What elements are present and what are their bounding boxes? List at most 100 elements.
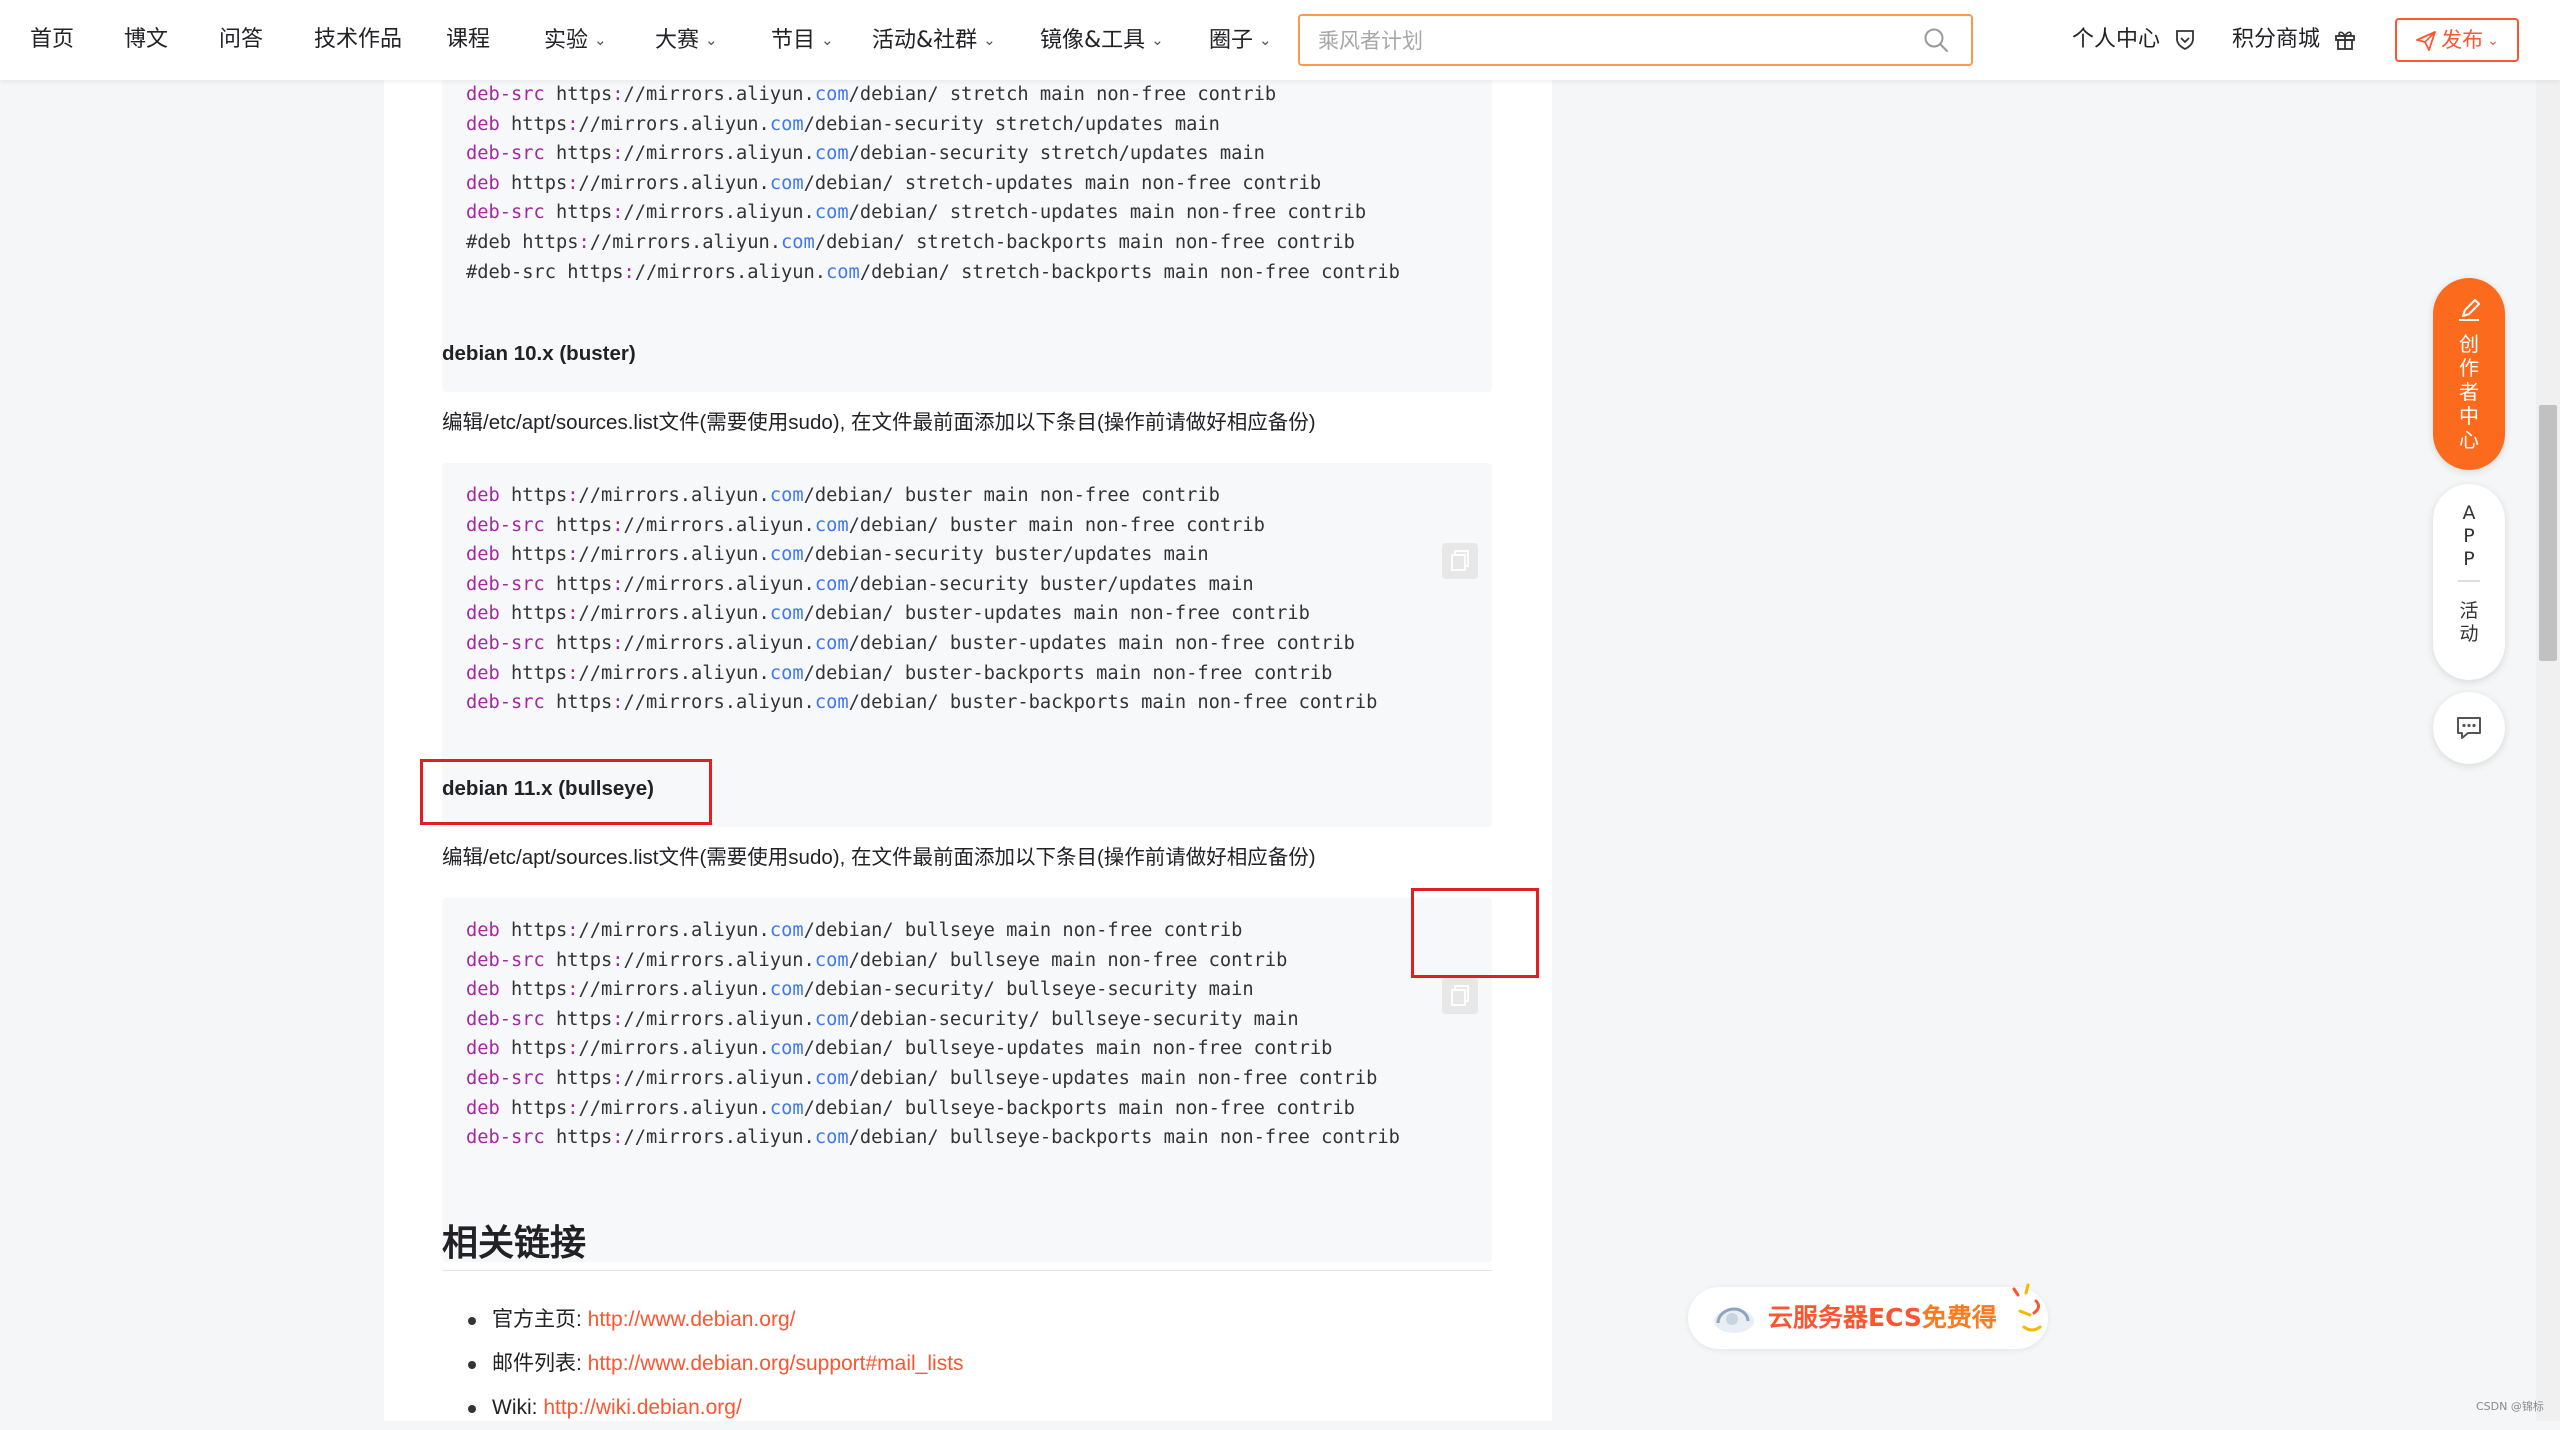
chevron-down-icon: ⌄ (594, 31, 607, 49)
personal-center-link[interactable]: 个人中心 (2072, 0, 2197, 80)
scrollbar-track[interactable] (2536, 0, 2560, 1421)
creator-char: 者 (2459, 380, 2479, 404)
creator-center-button[interactable]: 创作者中心 (2433, 278, 2505, 470)
nav-item[interactable]: 圈子 ⌄ (1209, 0, 1272, 80)
code-line: deb https://mirrors.aliyun.com/debian-se… (466, 544, 1209, 566)
creator-char: 创 (2459, 332, 2479, 356)
nav-item[interactable]: 大赛 ⌄ (655, 0, 718, 80)
code-line: deb-src https://mirrors.aliyun.com/debia… (466, 632, 1355, 654)
publish-label: 发布 (2441, 28, 2484, 52)
chevron-down-icon: ⌄ (1151, 31, 1164, 49)
copy-button[interactable] (1442, 978, 1478, 1014)
code-line: deb-src https://mirrors.aliyun.com/debia… (466, 1127, 1400, 1149)
activity-label: 活动 (2433, 600, 2505, 646)
points-mall-link[interactable]: 积分商城 (2232, 0, 2357, 80)
pen-icon (2459, 299, 2480, 321)
paper-plane-icon (2416, 31, 2437, 51)
confetti-icon (2012, 1283, 2042, 1332)
comment-icon (2457, 717, 2481, 739)
related-links-list: 官方主页: http://www.debian.org/邮件列表: http:/… (468, 1298, 964, 1430)
nav-item[interactable]: 技术作品 (314, 0, 402, 80)
chevron-down-icon: ⌄ (821, 31, 834, 49)
ecs-ad-banner[interactable]: 云服务器ECS免费得 (1688, 1283, 2048, 1349)
cloud-server-icon (1714, 1307, 1754, 1333)
app-char: P (2463, 525, 2475, 547)
publish-button[interactable]: 发布 ⌄ (2395, 18, 2519, 62)
code-line: deb-src https://mirrors.aliyun.com/debia… (466, 573, 1254, 595)
external-link[interactable]: http://www.debian.org/ (588, 1308, 796, 1331)
app-char: P (2463, 548, 2475, 570)
chevron-down-icon: ⌄ (1259, 31, 1272, 49)
code-line: #deb-src https://mirrors.aliyun.com/debi… (466, 261, 1400, 283)
nav-item-label: 节目 (771, 28, 816, 53)
chevron-down-icon: ⌄ (2487, 33, 2499, 49)
search-box[interactable] (1298, 14, 1973, 66)
code-line: deb-src https://mirrors.aliyun.com/debia… (466, 84, 1277, 105)
chevron-down-icon: ⌄ (705, 31, 718, 49)
code-lines: deb https://mirrors.aliyun.com/debian/ b… (466, 916, 1400, 1153)
bullet (468, 1361, 476, 1369)
nav-item-label: 首页 (30, 27, 75, 52)
code-line: deb https://mirrors.aliyun.com/debian-se… (466, 113, 1220, 135)
creator-char: 心 (2459, 428, 2479, 452)
ad-text-accent: 免费得 (1921, 1303, 1997, 1332)
external-link[interactable]: http://wiki.debian.org/ (543, 1396, 741, 1419)
related-links-heading: 相关链接 (442, 1223, 587, 1264)
code-line: deb https://mirrors.aliyun.com/debian/ b… (466, 485, 1220, 506)
external-link[interactable]: http://www.debian.org/support#mail_lists (588, 1352, 964, 1375)
article-content: deb-src https://mirrors.aliyun.com/debia… (384, 76, 1552, 1421)
nav-item[interactable]: 实验 ⌄ (544, 0, 607, 80)
nav-item-label: 博文 (124, 27, 169, 52)
code-line: deb https://mirrors.aliyun.com/debian/ b… (466, 1038, 1333, 1060)
paragraph-bullseye: 编辑/etc/apt/sources.list文件(需要使用sudo), 在文件… (442, 846, 1316, 869)
paragraph-buster: 编辑/etc/apt/sources.list文件(需要使用sudo), 在文件… (442, 411, 1316, 434)
link-label: 邮件列表: (492, 1352, 588, 1375)
top-navbar: 首页 博文 问答 技术作品 课程 实验 ⌄ 大赛 ⌄ 节目 ⌄ 活动&社群 ⌄ 镜像&工具 ⌄ 圈子 ⌄ 个人中… (0, 0, 2560, 80)
creator-center-label: 创作者中心 (2433, 332, 2505, 452)
code-line: deb https://mirrors.aliyun.com/debian/ s… (466, 172, 1322, 194)
app-activity-button[interactable]: APP 活动 (2433, 484, 2505, 680)
activity-char: 动 (2459, 623, 2479, 645)
divider (2458, 580, 2480, 582)
scrollbar-thumb[interactable] (2539, 405, 2557, 661)
code-line: deb https://mirrors.aliyun.com/debian-se… (466, 979, 1254, 1001)
chevron-down-icon: ⌄ (983, 31, 996, 49)
ad-text: 云服务器ECS免费得 (1768, 1287, 1997, 1349)
activity-char: 活 (2459, 600, 2479, 622)
nav-item[interactable]: 问答 (219, 0, 263, 80)
code-line: deb https://mirrors.aliyun.com/debian/ b… (466, 662, 1333, 684)
link-label: Wiki: (492, 1396, 544, 1419)
search-icon[interactable] (1923, 27, 1949, 53)
copy-icon (1451, 985, 1469, 1006)
nav-item[interactable]: 首页 (30, 0, 74, 80)
nav-item[interactable]: 节目 ⌄ (771, 0, 834, 80)
code-block-bullseye: deb https://mirrors.aliyun.com/debian/ b… (442, 898, 1492, 1262)
link-label: 官方主页: (492, 1308, 588, 1331)
nav-item-label: 大赛 (655, 28, 700, 53)
divider (442, 1270, 1492, 1271)
points-mall-label: 积分商城 (2232, 27, 2321, 52)
search-input[interactable] (1316, 16, 1900, 66)
code-line: deb-src https://mirrors.aliyun.com/debia… (466, 1008, 1299, 1030)
nav-item[interactable]: 镜像&工具 ⌄ (1040, 0, 1164, 80)
code-lines: deb https://mirrors.aliyun.com/debian/ b… (466, 481, 1377, 718)
creator-char: 中 (2459, 404, 2479, 428)
nav-item-label: 圈子 (1209, 28, 1254, 53)
code-line: #deb https://mirrors.aliyun.com/debian/ … (466, 231, 1355, 253)
bullet (468, 1317, 476, 1325)
nav-item[interactable]: 博文 (124, 0, 168, 80)
code-line: deb https://mirrors.aliyun.com/debian/ b… (466, 603, 1310, 625)
ad-text-main: 云服务器ECS (1768, 1303, 1922, 1332)
personal-center-label: 个人中心 (2072, 27, 2161, 52)
code-line: deb-src https://mirrors.aliyun.com/debia… (466, 1067, 1378, 1089)
nav-item[interactable]: 活动&社群 ⌄ (872, 0, 996, 80)
feedback-button[interactable] (2433, 692, 2505, 764)
copy-button[interactable] (1442, 543, 1478, 579)
app-char: A (2462, 502, 2476, 524)
nav-item-label: 问答 (219, 27, 264, 52)
highlight-box-copy (1411, 888, 1539, 978)
app-label: APP (2433, 502, 2505, 571)
nav-item[interactable]: 课程 (446, 0, 490, 80)
nav-item-label: 课程 (446, 27, 491, 52)
code-lines: deb-src https://mirrors.aliyun.com/debia… (466, 80, 1400, 287)
